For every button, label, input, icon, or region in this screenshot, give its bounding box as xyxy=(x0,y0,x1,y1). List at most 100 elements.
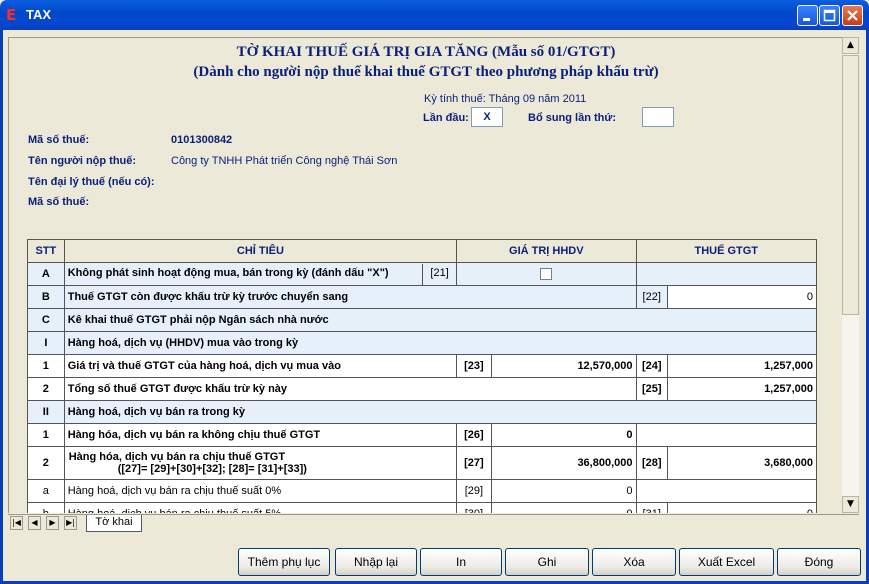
form-title: TỜ KHAI THUẾ GIÁ TRỊ GIA TĂNG (Mẫu số 01… xyxy=(236,44,616,60)
last-sheet-button[interactable]: ▶| xyxy=(64,516,77,530)
maximize-icon xyxy=(823,9,836,22)
row-stt: B xyxy=(27,285,65,309)
arrow-down-icon: ▼ xyxy=(847,499,854,509)
close-window-button[interactable] xyxy=(842,5,863,26)
tab-declaration[interactable]: Tờ khai xyxy=(86,515,142,532)
row-label: Hàng hóa, dịch vụ bán ra không chịu thuế… xyxy=(63,423,458,447)
row-value-input[interactable]: 1,257,000 xyxy=(666,354,818,378)
row-stt: 2 xyxy=(27,377,65,401)
header-vat: THUẾ GTGT xyxy=(635,239,817,263)
save-button[interactable]: Ghi xyxy=(505,548,589,576)
row-label: Hàng hoá, dịch vụ bán ra chịu thuế suất … xyxy=(63,502,458,513)
row-value-input[interactable]: 0 xyxy=(666,285,818,309)
app-icon: E xyxy=(6,6,17,24)
row-code: [30] xyxy=(456,502,492,513)
section-row: II Hàng hoá, dịch vụ bán ra trong kỳ xyxy=(27,400,818,424)
row-label: Thuế GTGT còn được khấu trừ kỳ trước chu… xyxy=(63,285,637,309)
minimize-button[interactable] xyxy=(797,5,818,26)
close-button[interactable]: Đóng xyxy=(777,548,861,576)
row-value-input[interactable]: 0 xyxy=(490,502,637,513)
header-stt: STT xyxy=(27,239,65,263)
table-header-row: STT CHỈ TIÊU GIÁ TRỊ HHDV THUẾ GTGT xyxy=(27,239,817,263)
next-icon: ▶ xyxy=(49,518,56,527)
print-button[interactable]: In xyxy=(420,548,502,576)
row-code: [21] xyxy=(422,263,455,285)
row-label-text: Không phát sinh hoạt động mua, bán trong… xyxy=(67,266,389,279)
table-row: 1 Giá trị và thuế GTGT của hàng hoá, dịc… xyxy=(27,354,818,378)
row-label: Hàng hoá, dịch vụ bán ra trong kỳ xyxy=(63,400,818,424)
agent-tax-code-label: Mã số thuế: xyxy=(28,196,90,208)
row-stt: 2 xyxy=(27,446,65,480)
row-label: Hàng hóa, dịch vụ bán ra chịu thuế GTGT … xyxy=(63,446,458,480)
row-label: Không phát sinh hoạt động mua, bán trong… xyxy=(63,262,458,286)
next-sheet-button[interactable]: ▶ xyxy=(46,516,59,530)
export-excel-button[interactable]: Xuất Excel xyxy=(679,548,774,576)
table-row: a Hàng hoá, dịch vụ bán ra chịu thuế suấ… xyxy=(27,479,817,503)
row-code: [26] xyxy=(456,423,492,447)
table-row: 2 Hàng hóa, dịch vụ bán ra chịu thuế GTG… xyxy=(27,446,818,480)
row-label: Giá trị và thuế GTGT của hàng hoá, dịch … xyxy=(63,354,458,378)
row-code: [27] xyxy=(456,446,492,480)
first-sheet-button[interactable]: |◀ xyxy=(10,516,23,530)
row-value-input[interactable]: 0 xyxy=(666,502,818,513)
close-icon xyxy=(847,10,858,21)
row-stt: b xyxy=(27,502,65,513)
header-goods-value: GIÁ TRỊ HHDV xyxy=(456,239,637,263)
taxpayer-value: Công ty TNHH Phát triển Công nghệ Thái S… xyxy=(171,155,398,167)
row-stt: C xyxy=(27,308,65,332)
row-stt: II xyxy=(27,400,65,424)
table-row: B Thuế GTGT còn được khấu trừ kỳ trước c… xyxy=(27,285,818,309)
scroll-up-button[interactable]: ▲ xyxy=(842,37,859,54)
table-row: A Không phát sinh hoạt động mua, bán tro… xyxy=(27,262,817,286)
row-value-input[interactable]: 3,680,000 xyxy=(666,446,818,480)
row-stt: 1 xyxy=(27,354,65,378)
form-panel: TỜ KHAI THUẾ GIÁ TRỊ GIA TĂNG (Mẫu số 01… xyxy=(8,37,842,513)
vertical-scrollbar[interactable]: ▲ ▼ xyxy=(842,37,859,513)
supplement-field[interactable] xyxy=(642,107,674,127)
row-code: [28] xyxy=(635,446,668,480)
row-code: [23] xyxy=(456,354,492,378)
form-subtitle: (Dành cho người nộp thuế khai thuế GTGT … xyxy=(193,64,659,80)
row-value-input[interactable]: 36,800,000 xyxy=(490,446,637,480)
tax-code-value: 0101300842 xyxy=(171,134,233,146)
prev-sheet-button[interactable]: ◀ xyxy=(28,516,41,530)
scroll-thumb[interactable] xyxy=(842,55,859,315)
first-time-field[interactable]: X xyxy=(471,107,503,127)
row-value-input[interactable]: 0 xyxy=(490,423,637,447)
row-stt: I xyxy=(27,331,65,355)
row-label: Hàng hoá, dịch vụ (HHDV) mua vào trong k… xyxy=(63,331,818,355)
scroll-down-button[interactable]: ▼ xyxy=(842,496,859,513)
row-code: [24] xyxy=(635,354,668,378)
row-label: Kê khai thuế GTGT phải nộp Ngân sách nhà… xyxy=(63,308,818,332)
last-icon: ▶| xyxy=(66,518,75,527)
empty-cell xyxy=(635,262,817,286)
empty-cell xyxy=(635,423,817,447)
table-row: b Hàng hoá, dịch vụ bán ra chịu thuế suấ… xyxy=(27,502,818,513)
table-row: 1 Hàng hóa, dịch vụ bán ra không chịu th… xyxy=(27,423,817,447)
row-code: [25] xyxy=(635,377,668,401)
declaration-table: STT CHỈ TIÊU GIÁ TRỊ HHDV THUẾ GTGT A Kh… xyxy=(27,239,818,513)
row-value-input[interactable]: 12,570,000 xyxy=(490,354,637,378)
prev-icon: ◀ xyxy=(31,518,38,527)
reenter-button[interactable]: Nhập lại xyxy=(335,548,417,576)
row-value-input[interactable]: 1,257,000 xyxy=(666,377,818,401)
add-appendix-button[interactable]: Thêm phụ lục xyxy=(238,548,330,576)
row-stt: A xyxy=(27,262,65,286)
minimize-icon xyxy=(803,18,810,21)
delete-button[interactable]: Xóa xyxy=(592,548,676,576)
row-label-line1: Hàng hóa, dịch vụ bán ra chịu thuế GTGT xyxy=(68,451,286,463)
no-activity-checkbox[interactable] xyxy=(540,268,553,281)
row-label: Tổng số thuế GTGT được khấu trừ kỳ này xyxy=(63,377,637,401)
tax-code-label: Mã số thuế: xyxy=(28,134,90,146)
agent-label: Tên đại lý thuế (nếu có): xyxy=(28,176,155,188)
window-title: TAX xyxy=(26,7,52,22)
title-bar: E TAX xyxy=(0,0,869,30)
no-activity-cell xyxy=(456,262,637,286)
first-icon: |◀ xyxy=(12,518,21,527)
row-value-input[interactable]: 0 xyxy=(490,479,637,503)
section-row: I Hàng hoá, dịch vụ (HHDV) mua vào trong… xyxy=(27,331,818,355)
maximize-button[interactable] xyxy=(819,5,840,26)
row-code: [29] xyxy=(456,479,492,503)
row-code: [22] xyxy=(635,285,668,309)
row-stt: 1 xyxy=(27,423,65,447)
